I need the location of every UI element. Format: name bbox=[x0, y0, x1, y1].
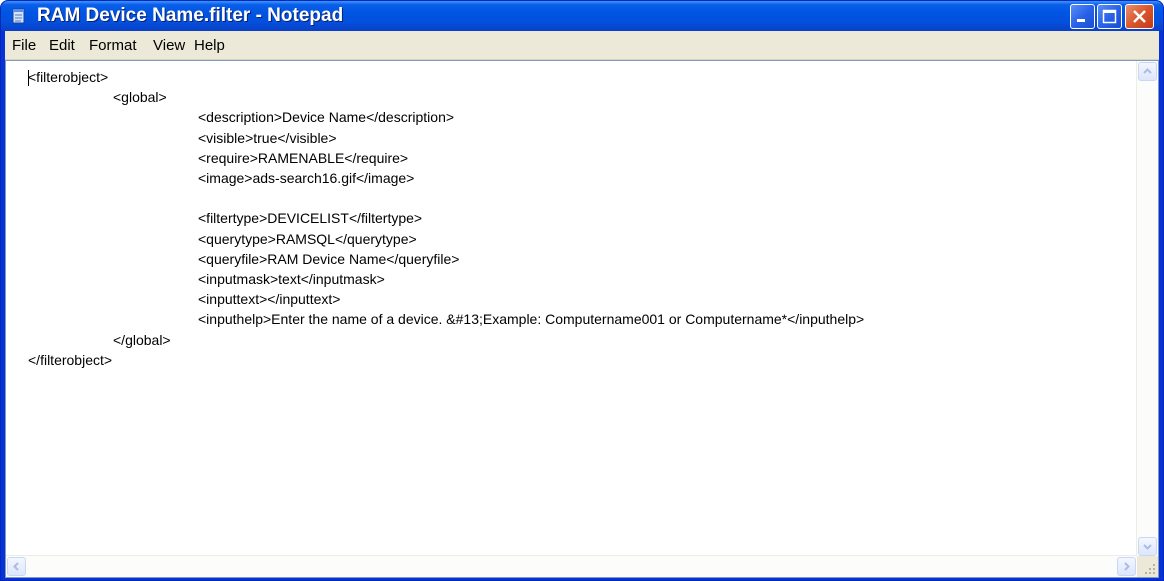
chevron-right-icon bbox=[1124, 562, 1130, 571]
vertical-scrollbar[interactable] bbox=[1136, 61, 1158, 557]
text-line: <visible>true</visible> bbox=[198, 129, 337, 146]
text-content[interactable]: <filterobject> <global> <description>Devic… bbox=[28, 67, 1118, 545]
text-line: <image>ads-search16.gif</image> bbox=[198, 170, 415, 186]
text-line: </global> bbox=[113, 331, 171, 348]
maximize-button[interactable] bbox=[1097, 4, 1122, 29]
resize-grip-icon bbox=[1145, 564, 1155, 574]
menu-bar: File Edit Format View Help bbox=[5, 31, 1159, 60]
menu-format[interactable]: Format bbox=[86, 37, 140, 54]
chevron-left-icon bbox=[13, 562, 19, 571]
text-line: <querytype>RAMSQL</querytype> bbox=[198, 230, 417, 247]
maximize-icon bbox=[1102, 9, 1117, 24]
text-line: <filterobject> bbox=[28, 69, 109, 85]
menu-help[interactable]: Help bbox=[191, 37, 228, 54]
close-button[interactable] bbox=[1125, 4, 1154, 29]
client-area: File Edit Format View Help <filterobject… bbox=[5, 31, 1159, 578]
scroll-down-button[interactable] bbox=[1138, 537, 1157, 556]
scroll-left-button[interactable] bbox=[7, 557, 26, 576]
window-title: RAM Device Name.filter - Notepad bbox=[37, 5, 344, 26]
text-line: <require>RAMENABLE</require> bbox=[198, 149, 409, 166]
text-line: <inputmask>text</inputmask> bbox=[198, 271, 385, 287]
notepad-icon[interactable] bbox=[12, 8, 26, 24]
menu-edit[interactable]: Edit bbox=[46, 37, 78, 54]
menu-file[interactable]: File bbox=[9, 37, 39, 54]
text-line: <queryfile>RAM Device Name</queryfile> bbox=[198, 250, 460, 267]
minimize-button[interactable] bbox=[1070, 4, 1095, 29]
chevron-down-icon bbox=[1143, 544, 1152, 550]
chevron-up-icon bbox=[1143, 68, 1152, 74]
text-editor[interactable]: <filterobject> <global> <description>Devic… bbox=[5, 60, 1159, 578]
resize-grip[interactable] bbox=[1137, 556, 1158, 577]
text-line: <filtertype>DEVICELIST</filtertype> bbox=[198, 210, 423, 227]
text-line: <inputhelp>Enter the name of a device. &… bbox=[198, 311, 865, 328]
close-icon bbox=[1133, 10, 1146, 23]
menu-view[interactable]: View bbox=[150, 37, 188, 54]
scroll-up-button[interactable] bbox=[1138, 62, 1157, 81]
title-bar[interactable]: RAM Device Name.filter - Notepad bbox=[1, 1, 1163, 31]
notepad-window: RAM Device Name.filter - Notepad File Ed… bbox=[0, 0, 1164, 581]
minimize-icon bbox=[1077, 19, 1085, 22]
text-line: </filterobject> bbox=[28, 351, 113, 368]
text-line: <inputtext></inputtext> bbox=[198, 291, 341, 308]
horizontal-scrollbar[interactable] bbox=[6, 555, 1137, 577]
scroll-right-button[interactable] bbox=[1117, 557, 1136, 576]
text-line: <global> bbox=[113, 89, 167, 106]
text-line: <description>Device Name</description> bbox=[198, 109, 455, 126]
